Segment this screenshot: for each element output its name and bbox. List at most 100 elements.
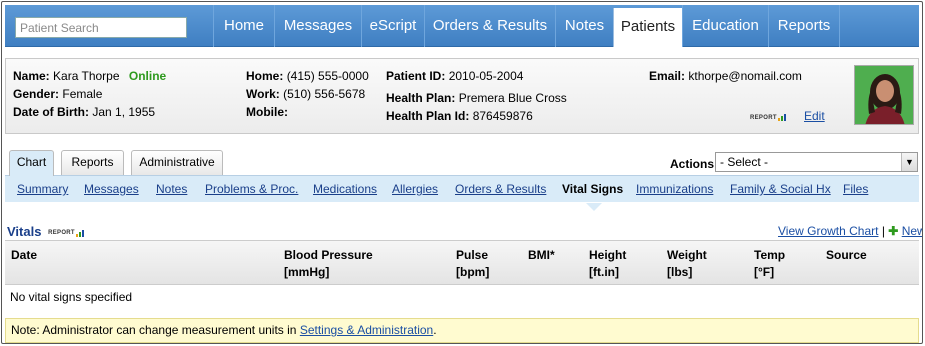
tab-reports[interactable]: Reports [61, 150, 124, 175]
settings-administration-link[interactable]: Settings & Administration [300, 323, 433, 337]
nav-patients[interactable]: Patients [613, 8, 682, 47]
col-temp-label: Temp [754, 248, 786, 262]
work-phone-row: Work: (510) 556-5678 [246, 87, 365, 101]
actions-select[interactable]: - Select - ▼ [715, 152, 918, 172]
top-navigation: Home Messages eScript Orders & Results N… [5, 5, 919, 47]
units-note: Note: Administrator can change measureme… [5, 318, 919, 343]
col-date-label: Date [11, 248, 38, 262]
gender-label: Gender: [13, 87, 60, 101]
patient-search-input[interactable] [15, 17, 187, 38]
gender-value: Female [62, 87, 103, 101]
active-tab-caret [586, 203, 602, 211]
patient-header: Name: Kara Thorpe Online Gender: Female … [5, 58, 919, 134]
nav-education[interactable]: Education [682, 5, 768, 47]
col-pulse: Pulse [bpm] [456, 247, 489, 281]
vitals-table-header: Date Blood Pressure [mmHg] Pulse [bpm] BMI… [5, 240, 919, 285]
subnav-medications[interactable]: Medications [313, 182, 377, 196]
dob-label: Date of Birth: [13, 105, 89, 119]
health-plan-id: 876459876 [472, 109, 533, 123]
email-row: Email: kthorpe@nomail.com [649, 69, 802, 83]
subnav-allergies[interactable]: Allergies [392, 182, 438, 196]
col-height-unit: [ft.in] [589, 265, 619, 279]
col-date: Date [11, 247, 37, 264]
chart-subnav: Summary Messages Notes Problems & Proc. … [5, 175, 919, 211]
patient-id-row: Patient ID: 2010-05-2004 [386, 69, 523, 83]
app-window: Home Messages eScript Orders & Results N… [1, 1, 923, 344]
home-phone: (415) 555-0000 [286, 69, 369, 83]
subnav-orders-results[interactable]: Orders & Results [455, 182, 546, 196]
col-source: Source [826, 247, 867, 264]
vitals-actions: View Growth Chart | ✚ New [778, 224, 922, 238]
nav-messages[interactable]: Messages [274, 5, 361, 47]
col-weight-unit: [lbs] [667, 265, 693, 279]
dob-row: Date of Birth: Jan 1, 1955 [13, 105, 155, 119]
vitals-report-icon[interactable]: REPORT [48, 229, 85, 237]
col-weight-label: Weight [667, 248, 707, 262]
vitals-empty-message: No vital signs specified [10, 290, 133, 304]
nav-reports[interactable]: Reports [768, 5, 840, 47]
col-bmi: BMI* [528, 247, 555, 264]
home-label: Home: [246, 69, 284, 83]
col-bp-label: Blood Pressure [284, 248, 373, 262]
work-label: Work: [246, 87, 280, 101]
subnav-problems-proc[interactable]: Problems & Proc. [205, 182, 298, 196]
patient-id: 2010-05-2004 [448, 69, 524, 83]
patient-id-label: Patient ID: [386, 69, 446, 83]
edit-patient-link[interactable]: Edit [804, 109, 825, 123]
mobile-row: Mobile: [246, 105, 288, 119]
col-blood-pressure: Blood Pressure [mmHg] [284, 247, 373, 281]
patient-name-row: Name: Kara Thorpe Online [13, 69, 166, 83]
health-plan: Premera Blue Cross [458, 91, 567, 105]
report-icon[interactable]: REPORT [750, 114, 787, 121]
tab-administrative[interactable]: Administrative [131, 150, 223, 175]
col-pulse-unit: [bpm] [456, 265, 490, 279]
vitals-report-logo-text: REPORT [48, 229, 75, 236]
col-bmi-label: BMI* [528, 248, 555, 262]
vitals-title-text: Vitals [7, 224, 42, 239]
col-temp: Temp [°F] [754, 247, 785, 281]
dob-value: Jan 1, 1955 [92, 105, 156, 119]
online-status: Online [128, 69, 167, 83]
nav-notes[interactable]: Notes [555, 5, 613, 47]
email-value: kthorpe@nomail.com [688, 69, 802, 83]
gender-row: Gender: Female [13, 87, 102, 101]
home-phone-row: Home: (415) 555-0000 [246, 69, 369, 83]
actions-selected-value: - Select - [720, 155, 769, 169]
col-weight: Weight [lbs] [667, 247, 707, 281]
tab-chart[interactable]: Chart [9, 150, 54, 176]
nav-orders-results[interactable]: Orders & Results [424, 5, 555, 47]
health-plan-label: Health Plan: [386, 91, 456, 105]
patient-name: Kara Thorpe [53, 69, 120, 83]
subnav-vital-signs[interactable]: Vital Signs [562, 182, 623, 196]
note-text: Note: Administrator can change measureme… [11, 323, 300, 337]
subnav-immunizations[interactable]: Immunizations [636, 182, 713, 196]
subnav-summary[interactable]: Summary [17, 182, 68, 196]
vitals-title: Vitals REPORT [7, 224, 85, 239]
health-plan-id-label: Health Plan Id: [386, 109, 470, 123]
plus-icon[interactable]: ✚ [888, 224, 898, 238]
col-temp-unit: [°F] [754, 265, 775, 279]
actions-label: Actions [670, 157, 715, 171]
col-pulse-label: Pulse [456, 248, 489, 262]
note-suffix: . [433, 323, 437, 337]
health-plan-id-row: Health Plan Id: 876459876 [386, 109, 533, 123]
link-separator: | [881, 224, 885, 238]
new-vital-link[interactable]: New [902, 224, 922, 238]
subnav-notes[interactable]: Notes [156, 182, 187, 196]
subnav-family-social-hx[interactable]: Family & Social Hx [730, 182, 831, 196]
chevron-down-icon[interactable]: ▼ [901, 153, 917, 171]
subnav-files[interactable]: Files [843, 182, 868, 196]
mobile-label: Mobile: [246, 105, 288, 119]
nav-home[interactable]: Home [213, 5, 274, 47]
work-phone: (510) 556-5678 [283, 87, 366, 101]
email-label: Email: [649, 69, 686, 83]
subnav-messages[interactable]: Messages [84, 182, 139, 196]
col-height-label: Height [589, 248, 627, 262]
col-bp-unit: [mmHg] [284, 265, 330, 279]
name-label: Name: [13, 69, 50, 83]
col-height: Height [ft.in] [589, 247, 626, 281]
view-growth-chart-link[interactable]: View Growth Chart [778, 224, 878, 238]
patient-photo [854, 65, 914, 125]
nav-escript[interactable]: eScript [361, 5, 424, 47]
col-source-label: Source [826, 248, 867, 262]
